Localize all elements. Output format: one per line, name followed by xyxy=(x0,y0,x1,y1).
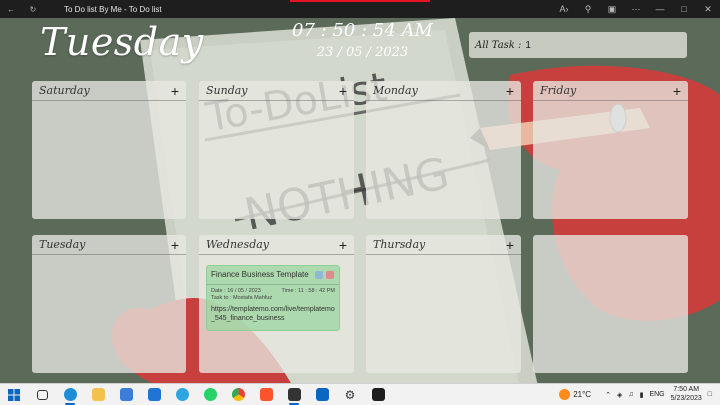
refresh-icon[interactable]: ↻ xyxy=(22,0,44,18)
day-name: Saturday xyxy=(39,84,90,97)
clock-date: 23 / 05 / 2023 xyxy=(316,45,409,60)
tray-chevron-icon[interactable]: ⌃ xyxy=(605,391,611,399)
day-name: Monday xyxy=(373,84,418,97)
terminal-icon[interactable] xyxy=(364,384,392,405)
brave-icon[interactable] xyxy=(252,384,280,405)
close-icon[interactable]: ✕ xyxy=(696,0,720,18)
zoom-icon[interactable]: ⚲ xyxy=(576,0,600,18)
store-icon[interactable] xyxy=(112,384,140,405)
clock-time: 07 : 50 : 54 AM xyxy=(292,20,433,41)
add-task-button[interactable]: + xyxy=(339,238,347,252)
weather-sun-icon xyxy=(559,389,571,400)
day-card-tuesday: Tuesday + xyxy=(32,235,186,373)
minimize-icon[interactable]: — xyxy=(648,0,672,18)
more-icon[interactable]: ⋯ xyxy=(624,0,648,18)
mail-icon[interactable] xyxy=(140,384,168,405)
add-task-button[interactable]: + xyxy=(171,238,179,252)
page-loading-indicator xyxy=(290,0,430,2)
task-time: Time : 11 : 58 : 42 PM xyxy=(281,288,336,294)
day-card-sunday: Sunday + xyxy=(199,81,354,219)
linkedin-icon[interactable] xyxy=(308,384,336,405)
day-name: Thursday xyxy=(373,238,426,251)
taskbar-clock[interactable]: 7:50 AM 5/23/2023 xyxy=(671,386,702,404)
edge-icon[interactable] xyxy=(56,384,84,405)
clock: 07 : 50 : 54 AM 23 / 05 / 2023 xyxy=(290,20,435,60)
task-card[interactable]: Finance Business Template Date : 16 / 05… xyxy=(206,265,340,331)
todo-app-icon[interactable] xyxy=(280,384,308,405)
task-assignee: Task to : Mostafa Mahfuz xyxy=(211,295,273,301)
screenshot-icon[interactable]: ▣ xyxy=(600,0,624,18)
maximize-icon[interactable]: □ xyxy=(672,0,696,18)
volume-icon[interactable]: ♫ xyxy=(628,391,633,398)
read-aloud-icon[interactable]: A​› xyxy=(552,0,576,18)
battery-icon[interactable]: ▮ xyxy=(640,391,644,399)
system-tray: 21°C ⌃ ◈ ♫ ▮ ENG 7:50 AM 5/23/2023 □ xyxy=(559,386,720,404)
windows-start-icon[interactable] xyxy=(0,384,28,405)
chrome-icon[interactable] xyxy=(224,384,252,405)
all-task-label: All Task : xyxy=(475,39,522,51)
whatsapp-icon[interactable] xyxy=(196,384,224,405)
weather-widget[interactable]: 21°C xyxy=(559,389,591,400)
day-name: Wednesday xyxy=(206,238,270,251)
settings-icon[interactable]: ⚙ xyxy=(336,384,364,405)
window-title-bar: ← ↻ To Do list By Me - To Do list A​› ⚲ … xyxy=(0,0,720,18)
taskbar-date: 5/23/2023 xyxy=(670,394,702,402)
task-view-icon[interactable] xyxy=(28,384,56,405)
task-description: https://templatemo.com/live/templatemo_5… xyxy=(211,306,335,323)
all-task-counter: All Task : 1 xyxy=(469,32,687,58)
weather-temp: 21°C xyxy=(573,390,592,399)
empty-card xyxy=(533,235,688,373)
add-task-button[interactable]: + xyxy=(506,238,514,252)
day-card-thursday: Thursday + xyxy=(366,235,521,373)
edit-task-icon[interactable] xyxy=(314,270,323,279)
network-icon[interactable]: ◈ xyxy=(617,391,622,399)
language-indicator[interactable]: ENG xyxy=(649,391,664,398)
telegram-icon[interactable] xyxy=(168,384,196,405)
day-card-saturday: Saturday + xyxy=(32,81,186,219)
task-date: Date : 16 / 05 / 2023 xyxy=(211,288,261,294)
day-name: Sunday xyxy=(206,84,248,97)
window-title: To Do list By Me - To Do list xyxy=(64,4,162,14)
day-card-friday: Friday + xyxy=(533,81,688,219)
add-task-button[interactable]: + xyxy=(673,84,681,98)
add-task-button[interactable]: + xyxy=(506,84,514,98)
day-name: Friday xyxy=(540,84,577,97)
day-name: Tuesday xyxy=(39,238,86,251)
windows-taskbar: ⚙ 21°C ⌃ ◈ ♫ ▮ ENG 7:50 AM 5/23/2023 □ xyxy=(0,383,720,405)
taskbar-time: 7:50 AM xyxy=(673,385,700,393)
current-day-title: Tuesday xyxy=(40,20,204,64)
task-title: Finance Business Template xyxy=(211,270,309,279)
day-card-monday: Monday + xyxy=(366,81,521,219)
back-arrow-icon[interactable]: ← xyxy=(0,0,22,18)
add-task-button[interactable]: + xyxy=(339,84,347,98)
delete-task-icon[interactable] xyxy=(325,270,334,279)
add-task-button[interactable]: + xyxy=(171,84,179,98)
all-task-count: 1 xyxy=(525,39,531,51)
notification-icon[interactable]: □ xyxy=(708,391,712,398)
day-card-wednesday: Wednesday + Finance Business Template Dat… xyxy=(199,235,354,373)
file-explorer-icon[interactable] xyxy=(84,384,112,405)
